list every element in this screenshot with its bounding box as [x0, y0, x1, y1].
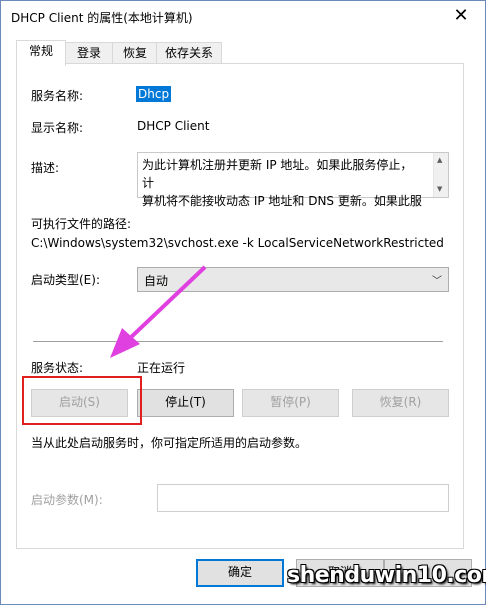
tab-general[interactable]: 常规 — [16, 40, 66, 66]
annotation-arrow-icon — [110, 265, 207, 358]
watermark-text: shenduwin10.com — [287, 563, 486, 588]
